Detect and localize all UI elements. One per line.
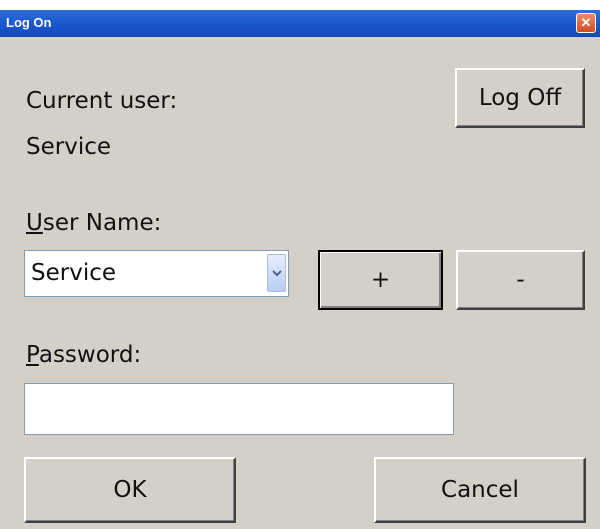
password-label-rest: assword: [38,342,142,368]
add-user-label: + [370,267,391,293]
remove-user-label: - [516,267,525,293]
cancel-button[interactable]: Cancel [374,457,586,523]
window-title: Log On [6,15,52,30]
password-label: Password: [26,342,141,368]
close-button[interactable]: ✕ [576,13,596,33]
log-off-button[interactable]: Log Off [455,68,585,128]
current-user-label: Current user: [26,88,178,114]
password-field[interactable] [24,383,454,435]
user-name-label-rest: ser Name: [42,210,162,236]
cancel-label: Cancel [441,477,519,503]
title-bar[interactable]: Log On ✕ [0,10,600,37]
ok-label: OK [113,477,147,503]
logon-dialog: Log On ✕ Current user: Service Log Off U… [0,10,600,529]
ok-button[interactable]: OK [24,457,236,523]
close-icon: ✕ [580,15,592,30]
log-off-label: Log Off [478,85,562,111]
password-accesskey: P [26,342,39,368]
remove-user-button[interactable]: - [456,250,585,310]
user-name-dropdown[interactable]: Service [24,250,289,297]
current-user-value: Service [26,134,112,160]
user-name-selected: Service [31,260,117,286]
chevron-down-icon [271,270,282,277]
dropdown-button[interactable] [267,254,286,292]
user-name-accesskey: U [26,210,43,236]
user-name-label: User Name: [26,210,161,236]
add-user-button[interactable]: + [318,250,443,310]
